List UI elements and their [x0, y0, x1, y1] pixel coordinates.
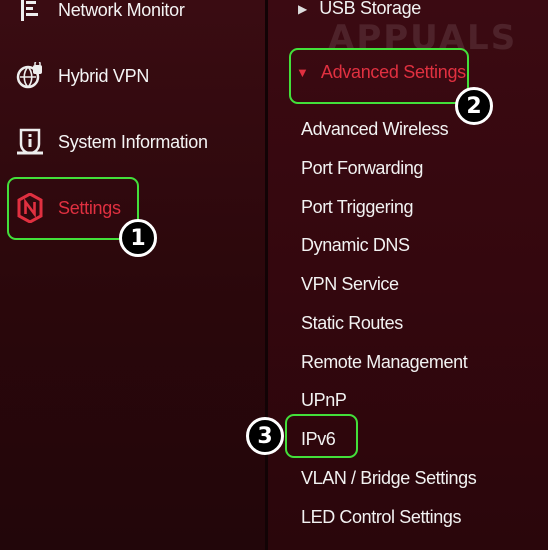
submenu-item-static-routes[interactable]: Static Routes: [301, 313, 403, 334]
collapse-triangle-icon: ▼: [296, 65, 309, 80]
submenu-item-remote-management[interactable]: Remote Management: [301, 352, 468, 373]
submenu-item-ipv6[interactable]: IPv6: [301, 429, 336, 450]
step-3-badge: 3: [246, 417, 284, 455]
sidebar-item-label: Network Monitor: [58, 0, 185, 20]
submenu-item-upnp[interactable]: UPnP: [301, 390, 347, 411]
sidebar-item-label: System Information: [58, 131, 208, 152]
system-information-icon: [14, 126, 46, 158]
network-monitor-icon: [14, 0, 46, 26]
sidebar-item-system-information[interactable]: System Information: [14, 122, 254, 162]
submenu-item-dynamic-dns[interactable]: Dynamic DNS: [301, 235, 410, 256]
submenu-item-port-triggering[interactable]: Port Triggering: [301, 197, 413, 218]
submenu-item-vpn-service[interactable]: VPN Service: [301, 274, 399, 295]
advanced-settings-item[interactable]: ▼ Advanced Settings: [296, 62, 466, 83]
settings-icon: [14, 192, 46, 224]
sidebar-item-label: Hybrid VPN: [58, 65, 150, 86]
hybrid-vpn-icon: [14, 60, 46, 92]
submenu-item-port-forwarding[interactable]: Port Forwarding: [301, 158, 423, 179]
appuals-watermark: APPUALS: [328, 18, 518, 58]
usb-storage-label: USB Storage: [319, 0, 421, 18]
submenu-item-advanced-wireless[interactable]: Advanced Wireless: [301, 119, 449, 140]
sidebar-item-hybrid-vpn[interactable]: Hybrid VPN: [14, 56, 254, 96]
sidebar-item-label: Settings: [58, 197, 121, 218]
sidebar-item-network-monitor[interactable]: Network Monitor: [14, 0, 254, 30]
step-2-badge: 2: [455, 87, 493, 125]
expand-triangle-icon: ▶: [298, 1, 308, 16]
usb-storage-item[interactable]: ▶ USB Storage: [298, 0, 421, 19]
step-1-badge: 1: [119, 219, 157, 257]
submenu-item-vlan-bridge-settings[interactable]: VLAN / Bridge Settings: [301, 468, 477, 489]
advanced-settings-label: Advanced Settings: [320, 62, 466, 82]
submenu-item-led-control-settings[interactable]: LED Control Settings: [301, 507, 461, 528]
